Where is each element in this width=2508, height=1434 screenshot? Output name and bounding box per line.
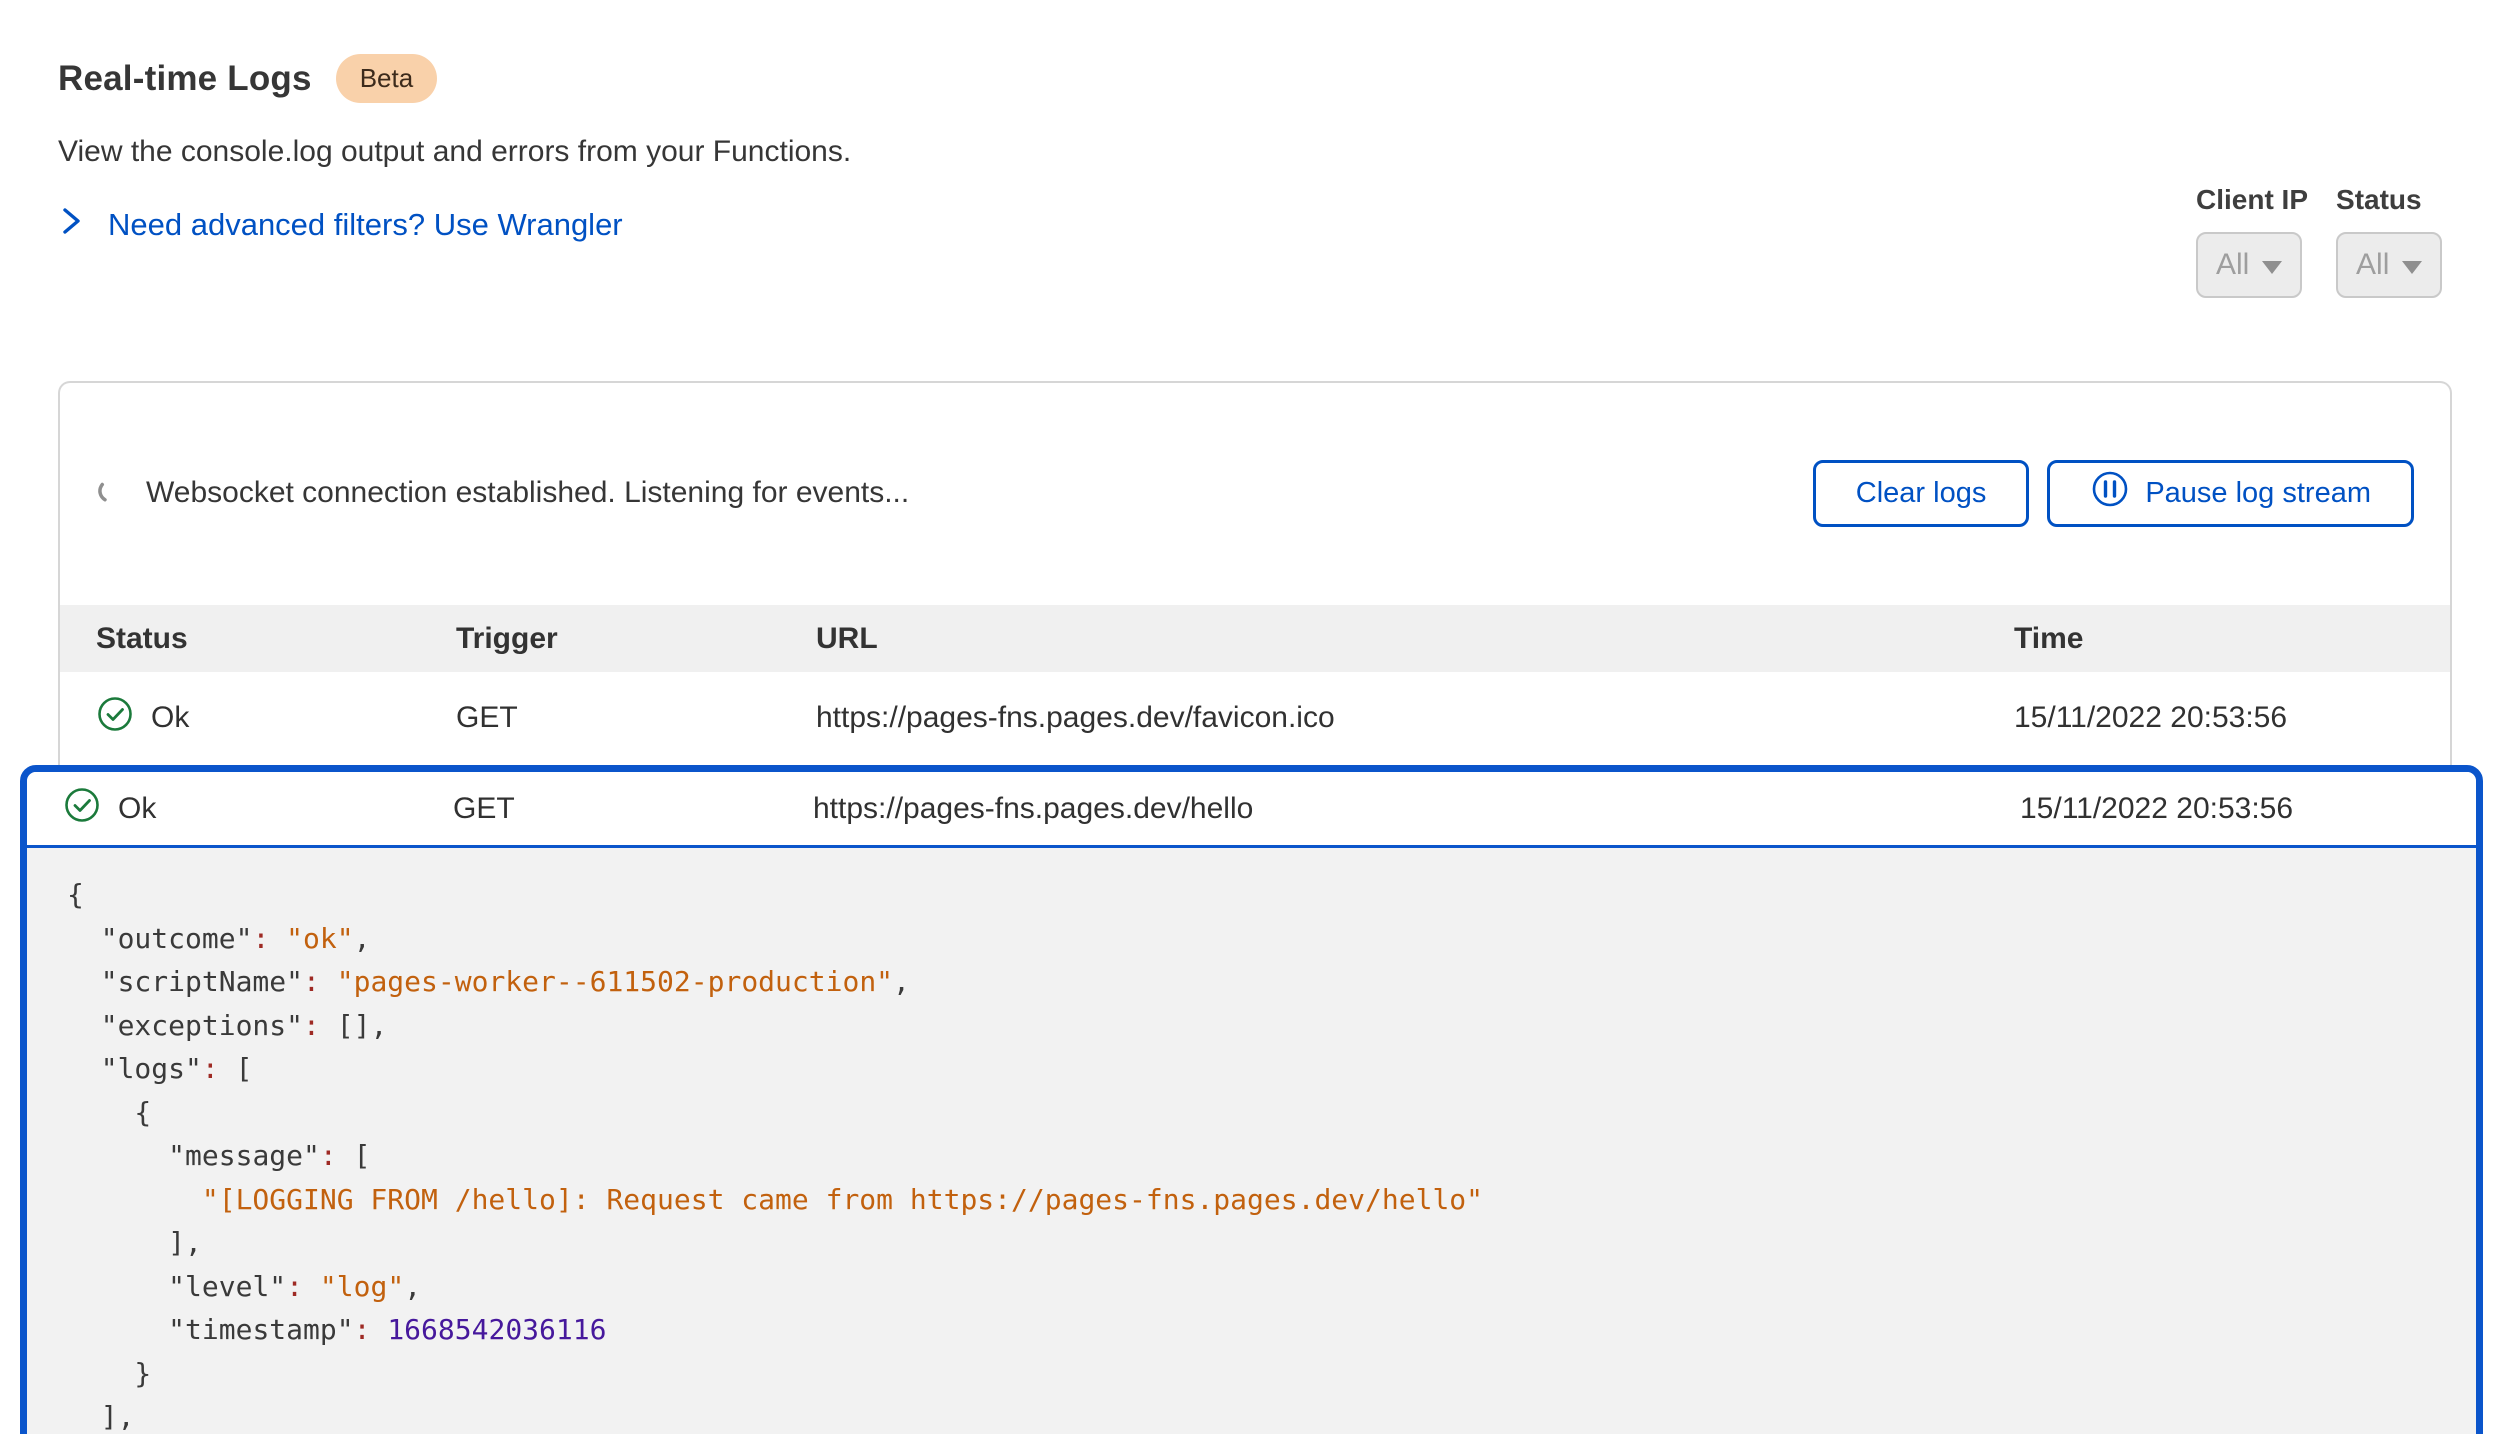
log-detail-json: { "outcome": "ok", "scriptName": "pages-…	[27, 848, 2476, 1434]
wrangler-link[interactable]: Need advanced filters? Use Wrangler	[58, 205, 623, 245]
url-value: https://pages-fns.pages.dev/hello	[813, 792, 2020, 826]
expanded-log-card: Ok GET https://pages-fns.pages.dev/hello…	[20, 765, 2483, 1434]
log-actions: Clear logs Pause log stream	[1813, 460, 2414, 527]
clear-logs-button[interactable]: Clear logs	[1813, 460, 2030, 527]
chevron-right-icon	[58, 205, 84, 245]
spinner-icon	[96, 477, 124, 510]
realtime-logs-page: Real-time Logs Beta View the console.log…	[0, 0, 2508, 1434]
column-header-url: URL	[816, 622, 2014, 656]
pause-icon	[2090, 469, 2130, 517]
caret-down-icon	[2262, 261, 2282, 274]
table-header: Status Trigger URL Time	[60, 605, 2450, 672]
filters: Client IP All Status All	[2196, 184, 2442, 298]
clear-logs-label: Clear logs	[1856, 477, 1987, 510]
trigger-value: GET	[453, 792, 813, 826]
time-value: 15/11/2022 20:53:56	[2014, 701, 2414, 735]
websocket-status-row: Websocket connection established. Listen…	[60, 459, 2450, 527]
time-value: 15/11/2022 20:53:56	[2020, 792, 2440, 826]
status-ok-icon	[96, 695, 134, 741]
status-filter: Status All	[2336, 184, 2442, 298]
logs-panel: Websocket connection established. Listen…	[58, 381, 2452, 765]
page-subtitle: View the console.log output and errors f…	[58, 135, 851, 169]
table-row[interactable]: Ok GET https://pages-fns.pages.dev/favic…	[60, 672, 2450, 764]
beta-badge: Beta	[336, 54, 438, 103]
status-filter-value: All	[2356, 248, 2389, 282]
status-filter-label: Status	[2336, 184, 2442, 216]
client-ip-label: Client IP	[2196, 184, 2308, 216]
column-header-time: Time	[2014, 622, 2414, 656]
status-value: Ok	[151, 701, 189, 735]
pause-log-stream-button[interactable]: Pause log stream	[2047, 460, 2414, 527]
trigger-value: GET	[456, 701, 816, 735]
status-ok-icon	[63, 786, 101, 832]
caret-down-icon	[2402, 261, 2422, 274]
client-ip-dropdown[interactable]: All	[2196, 232, 2302, 298]
column-header-trigger: Trigger	[456, 622, 816, 656]
pause-log-stream-label: Pause log stream	[2145, 477, 2371, 510]
wrangler-link-label: Need advanced filters? Use Wrangler	[108, 207, 623, 243]
page-header: Real-time Logs Beta View the console.log…	[58, 54, 851, 245]
table-row-selected[interactable]: Ok GET https://pages-fns.pages.dev/hello…	[27, 772, 2476, 848]
client-ip-filter: Client IP All	[2196, 184, 2308, 298]
column-header-status: Status	[96, 622, 456, 656]
status-dropdown[interactable]: All	[2336, 232, 2442, 298]
page-title: Real-time Logs	[58, 59, 312, 99]
status-value: Ok	[118, 792, 156, 826]
url-value: https://pages-fns.pages.dev/favicon.ico	[816, 701, 2014, 735]
client-ip-value: All	[2216, 248, 2249, 282]
websocket-status-message: Websocket connection established. Listen…	[146, 476, 909, 510]
